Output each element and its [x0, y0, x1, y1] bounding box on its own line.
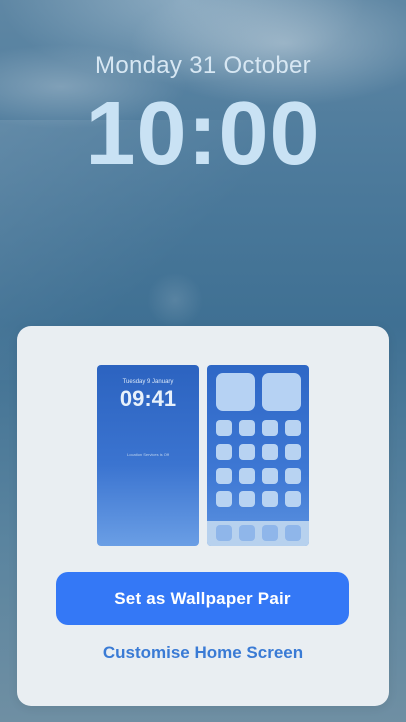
preview-app-icon — [262, 491, 278, 507]
preview-app-icon — [239, 444, 255, 460]
preview-app-icon — [285, 420, 301, 436]
preview-widget — [216, 373, 255, 411]
preview-app-icon — [216, 468, 232, 484]
preview-app-icon — [262, 468, 278, 484]
preview-app-icon — [285, 444, 301, 460]
preview-app-icon — [216, 444, 232, 460]
lock-screen-preview[interactable]: Tuesday 9 January 09:41 Location Service… — [97, 365, 199, 546]
lock-screen-time: 10:00 — [85, 84, 321, 184]
preview-dock-icon — [239, 525, 255, 541]
preview-app-icon — [216, 491, 232, 507]
preview-dock-icon — [262, 525, 278, 541]
set-wallpaper-pair-button[interactable]: Set as Wallpaper Pair — [56, 572, 349, 625]
preview-app-icon — [285, 491, 301, 507]
lock-screen-date: Monday 31 October — [95, 52, 311, 79]
home-screen-preview[interactable] — [207, 365, 309, 546]
preview-app-icon — [262, 420, 278, 436]
preview-time: 09:41 — [119, 386, 177, 411]
preview-widget — [262, 373, 301, 411]
preview-app-icon — [239, 420, 255, 436]
preview-app-icon — [239, 491, 255, 507]
preview-app-icon — [285, 468, 301, 484]
preview-app-icon — [216, 420, 232, 436]
preview-date: Tuesday 9 January — [122, 379, 174, 385]
customise-home-screen-button[interactable]: Customise Home Screen — [17, 643, 389, 663]
preview-dock-icon — [285, 525, 301, 541]
preview-location-notice: Location Services is Off — [127, 452, 169, 457]
preview-dock-icon — [216, 525, 232, 541]
preview-app-icon — [239, 468, 255, 484]
preview-app-icon — [262, 444, 278, 460]
